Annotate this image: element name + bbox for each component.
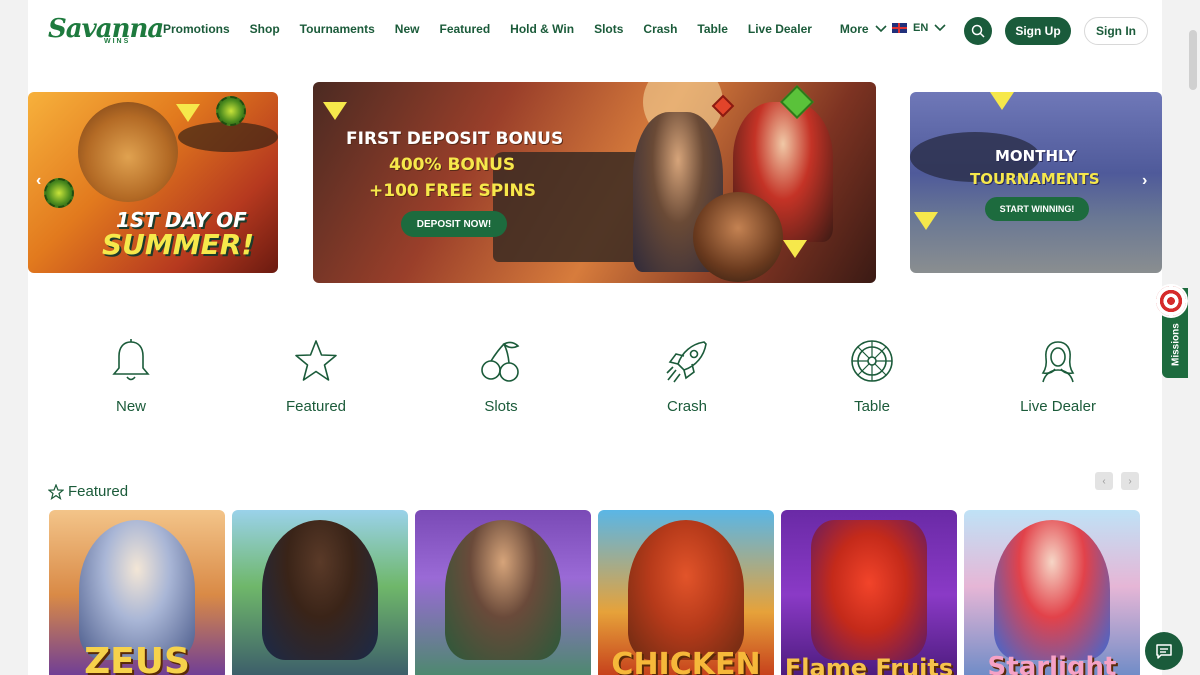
tree-illustration	[178, 122, 278, 152]
main-nav: Promotions Shop Tournaments New Featured…	[163, 22, 907, 36]
banner-summer[interactable]: 1ST DAY OF SUMMER! ‹	[28, 92, 278, 273]
sign-in-button[interactable]: Sign In	[1084, 17, 1148, 45]
scrollbar-thumb[interactable]	[1189, 30, 1197, 90]
fisherman-artwork	[445, 520, 561, 660]
game-card-zeus[interactable]: ZEUS	[49, 510, 225, 675]
tournaments-title: MONTHLY	[995, 147, 1077, 165]
category-featured[interactable]: Featured	[261, 338, 371, 415]
chat-icon	[1156, 644, 1172, 659]
chat-button[interactable]	[1145, 632, 1183, 670]
seven-artwork	[811, 520, 927, 660]
bonus-title: FIRST DEPOSIT BONUS	[346, 129, 564, 149]
bell-icon	[112, 339, 150, 381]
game-card-starlight[interactable]: Starlight	[964, 510, 1140, 675]
header: Savanna WINS Promotions Shop Tournaments…	[28, 0, 1162, 62]
category-label: Live Dealer	[1020, 398, 1096, 415]
category-label: Table	[854, 398, 890, 415]
sign-up-button[interactable]: Sign Up	[1005, 17, 1071, 45]
star-icon	[48, 483, 64, 500]
game-title: Starlight	[987, 652, 1117, 675]
chevron-right-icon: ›	[1128, 475, 1132, 487]
page: Savanna WINS Promotions Shop Tournaments…	[28, 0, 1162, 675]
category-new[interactable]: New	[76, 338, 186, 415]
category-crash[interactable]: Crash	[632, 338, 742, 415]
banner-deposit-bonus[interactable]: FIRST DEPOSIT BONUS 400% BONUS +100 FREE…	[313, 82, 876, 283]
featured-title: Featured	[68, 483, 129, 500]
brand-sub: WINS	[104, 38, 131, 45]
category-label: Featured	[285, 398, 347, 415]
category-live-dealer[interactable]: Live Dealer	[1003, 338, 1113, 415]
category-slots[interactable]: Slots	[446, 338, 556, 415]
category-label: New	[115, 398, 146, 415]
nav-item-live-dealer[interactable]: Live Dealer	[748, 22, 812, 36]
banner-tournaments[interactable]: MONTHLY TOURNAMENTS START WINNING! ›	[910, 92, 1162, 273]
dealer-icon	[1041, 341, 1075, 383]
rocket-icon	[666, 341, 707, 383]
deposit-now-button[interactable]: DEPOSIT NOW!	[401, 211, 507, 237]
featured-header: Featured	[48, 483, 128, 500]
nav-item-tournaments[interactable]: Tournaments	[300, 22, 375, 36]
cherries-icon	[481, 341, 520, 382]
uk-flag-icon	[892, 23, 907, 33]
category-label: Crash	[666, 398, 707, 415]
game-title: Flame Fruits	[784, 654, 954, 675]
chicken-artwork	[628, 520, 744, 660]
featured-next-button[interactable]: ›	[1121, 472, 1139, 490]
brand-logo[interactable]: Savanna WINS	[48, 14, 164, 50]
featured-prev-button[interactable]: ‹	[1095, 472, 1113, 490]
roulette-icon	[851, 340, 893, 382]
start-winning-button[interactable]: START WINNING!	[985, 197, 1089, 221]
star-icon	[295, 340, 337, 381]
triangle-icon	[323, 102, 347, 120]
footballer-artwork	[262, 520, 378, 660]
chip-icon	[216, 96, 246, 126]
search-icon	[971, 24, 985, 38]
nav-item-crash[interactable]: Crash	[643, 22, 677, 36]
chevron-left-icon[interactable]: ‹	[36, 172, 41, 190]
game-title: ZEUS	[84, 641, 190, 675]
language-selector[interactable]: EN	[892, 22, 946, 34]
banner-summer-line2: SUMMER!	[102, 228, 255, 261]
chevron-down-icon	[875, 25, 887, 33]
nav-more-button[interactable]: More	[840, 22, 887, 36]
missions-label[interactable]: Missions	[1164, 320, 1188, 370]
triangle-icon	[783, 240, 807, 258]
triangle-icon	[176, 104, 200, 122]
bonus-free-spins: +100 FREE SPINS	[369, 181, 536, 201]
game-card-football[interactable]	[232, 510, 408, 675]
chevron-left-icon: ‹	[1102, 475, 1106, 487]
triangle-icon	[914, 212, 938, 230]
lion-illustration	[78, 102, 178, 202]
game-card-fishing[interactable]	[415, 510, 591, 675]
nav-item-slots[interactable]: Slots	[594, 22, 623, 36]
game-card-chicken[interactable]: CHICKEN	[598, 510, 774, 675]
category-table[interactable]: Table	[817, 338, 927, 415]
chip-icon	[44, 178, 74, 208]
game-card-flame-fruits[interactable]: Flame Fruits	[781, 510, 957, 675]
triangle-icon	[990, 92, 1014, 110]
starlight-artwork	[994, 520, 1110, 660]
nav-item-hold-and-win[interactable]: Hold & Win	[510, 22, 574, 36]
search-button[interactable]	[964, 17, 992, 45]
nav-item-shop[interactable]: Shop	[250, 22, 280, 36]
tournaments-sub: TOURNAMENTS	[970, 170, 1100, 188]
bonus-percent: 400% BONUS	[389, 155, 516, 175]
language-code: EN	[913, 22, 929, 34]
nav-item-featured[interactable]: Featured	[439, 22, 490, 36]
nav-item-promotions[interactable]: Promotions	[163, 22, 230, 36]
nav-item-table[interactable]: Table	[697, 22, 727, 36]
chevron-right-icon[interactable]: ›	[1142, 172, 1147, 190]
dog-character	[693, 192, 783, 282]
game-title: CHICKEN	[611, 647, 761, 675]
scrollbar[interactable]	[1186, 0, 1200, 675]
target-icon	[1154, 284, 1188, 318]
nav-item-new[interactable]: New	[395, 22, 420, 36]
chevron-down-icon	[934, 24, 946, 32]
category-label: Slots	[484, 398, 518, 415]
zeus-artwork	[79, 520, 195, 660]
nav-more-label: More	[839, 22, 869, 36]
